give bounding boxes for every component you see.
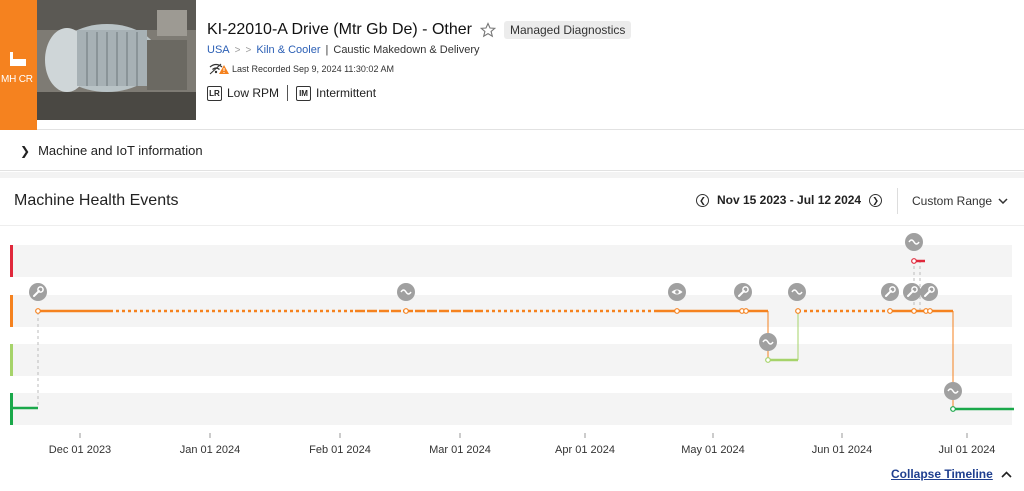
chevron-up-icon xyxy=(1001,470,1012,478)
lane-caution-bg xyxy=(12,344,1012,376)
tag-divider xyxy=(287,85,289,101)
breadcrumb: USA > > Kiln & Cooler | Caustic Makedown… xyxy=(207,44,480,56)
breadcrumb-area[interactable]: Kiln & Cooler xyxy=(256,44,320,56)
date-range-nav: ❮ Nov 15 2023 - Jul 12 2024 ❯ xyxy=(696,193,883,207)
last-recorded-text: Last Recorded Sep 9, 2024 11:30:02 AM xyxy=(232,64,394,74)
x-axis-label: May 01 2024 xyxy=(681,444,745,456)
x-axis-label: Mar 01 2024 xyxy=(429,444,491,456)
factory-icon xyxy=(10,52,26,66)
wrench-icon[interactable] xyxy=(919,282,939,302)
wrench-icon[interactable] xyxy=(880,282,900,302)
custom-range-label: Custom Range xyxy=(912,194,993,208)
x-axis-label: Dec 01 2023 xyxy=(49,444,111,456)
machine-info-toggle[interactable]: ❯ Machine and IoT information xyxy=(0,131,1024,171)
tag-low-rpm: LR Low RPM xyxy=(207,85,280,101)
prev-range-button[interactable]: ❮ xyxy=(696,193,709,207)
wave-icon[interactable] xyxy=(904,232,924,252)
events-divider xyxy=(0,225,1024,226)
x-axis-label: Feb 01 2024 xyxy=(309,444,371,456)
favorite-star-icon[interactable] xyxy=(479,22,496,38)
tag-code: IM xyxy=(296,85,312,101)
health-timeline: Dec 01 2023 Jan 01 2024 Feb 01 2024 Mar … xyxy=(10,232,1014,456)
custom-range-dropdown[interactable]: Custom Range xyxy=(912,194,1008,208)
last-recorded: Last Recorded Sep 9, 2024 11:30:02 AM xyxy=(209,63,394,75)
wave-icon[interactable] xyxy=(758,332,778,352)
event-connectors xyxy=(37,260,954,408)
lane-critical-indicator xyxy=(10,245,13,277)
wrench-icon[interactable] xyxy=(733,282,753,302)
breadcrumb-divider: | xyxy=(325,44,329,56)
machine-title: KI-22010-A Drive (Mtr Gb De) - Other xyxy=(207,21,472,38)
breadcrumb-separator: > xyxy=(245,44,252,56)
x-axis-label: Apr 01 2024 xyxy=(555,444,615,456)
x-axis-label: Jun 01 2024 xyxy=(812,444,873,456)
chevron-right-icon: ❯ xyxy=(20,143,31,158)
wifi-warning-icon xyxy=(209,63,229,75)
x-axis-ticks xyxy=(79,433,968,438)
section-divider xyxy=(0,172,1024,178)
wrench-icon[interactable] xyxy=(902,282,922,302)
breadcrumb-separator: > xyxy=(234,44,241,56)
machine-tags: LR Low RPM IM Intermittent xyxy=(207,85,376,101)
machine-health-badge: MH CR xyxy=(0,0,37,130)
lane-caution-indicator xyxy=(10,344,13,376)
machine-header: MH CR KI-22010-A Drive (Mtr Gb De) - Oth… xyxy=(0,0,1024,130)
wave-icon[interactable] xyxy=(396,282,416,302)
range-divider xyxy=(897,188,898,214)
badge-label: MH CR xyxy=(1,74,33,85)
eye-icon[interactable] xyxy=(668,283,686,301)
x-axis-label: Jan 01 2024 xyxy=(180,444,241,456)
machine-info-label: Machine and IoT information xyxy=(38,143,203,158)
collapse-timeline-label: Collapse Timeline xyxy=(891,467,993,481)
breadcrumb-location: Caustic Makedown & Delivery xyxy=(333,44,480,56)
wave-icon[interactable] xyxy=(787,282,807,302)
collapse-timeline-button[interactable]: Collapse Timeline xyxy=(891,467,1012,481)
breadcrumb-country[interactable]: USA xyxy=(207,44,230,56)
wave-icon[interactable] xyxy=(943,381,963,401)
tag-code: LR xyxy=(207,85,222,101)
date-range-text: Nov 15 2023 - Jul 12 2024 xyxy=(717,193,862,207)
lane-warning-indicator xyxy=(10,295,13,327)
event-dots xyxy=(35,258,956,412)
tag-label: Low RPM xyxy=(227,86,280,100)
wrench-icon[interactable] xyxy=(28,282,48,302)
events-title: Machine Health Events xyxy=(14,192,179,209)
chevron-down-icon xyxy=(998,198,1008,204)
machine-photo xyxy=(37,0,196,120)
lane-critical-bg xyxy=(12,245,1012,277)
tag-intermittent: IM Intermittent xyxy=(296,85,377,101)
tag-label: Intermittent xyxy=(316,86,377,100)
managed-diagnostics-chip: Managed Diagnostics xyxy=(503,21,632,39)
next-range-button[interactable]: ❯ xyxy=(869,193,883,207)
lane-healthy-bg xyxy=(12,393,1012,425)
x-axis-label: Jul 01 2024 xyxy=(939,444,996,456)
